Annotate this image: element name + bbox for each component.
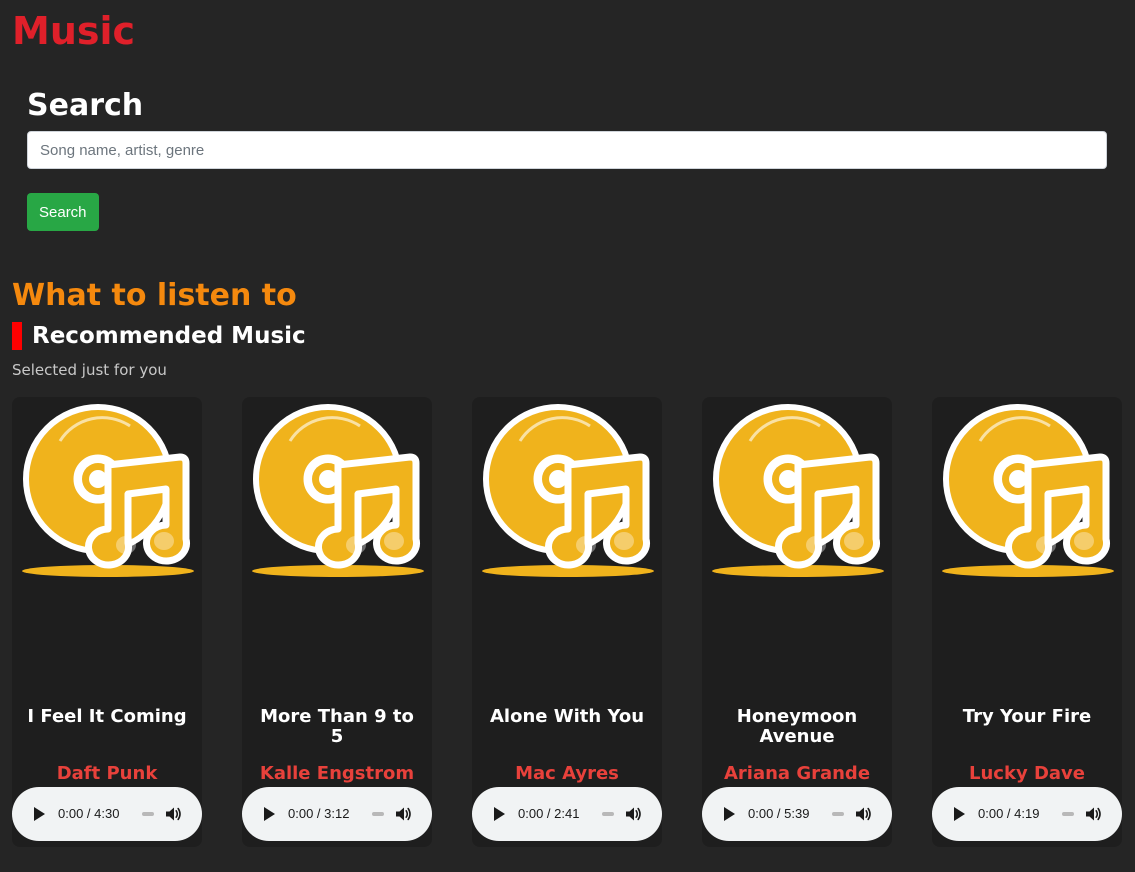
time-display: 0:00 / 2:41 — [518, 806, 580, 821]
track-card: More Than 9 to 5 Kalle Engstrom 0:00 / 3… — [242, 397, 432, 847]
track-card: Try Your Fire Lucky Dave 0:00 / 4:19 — [932, 397, 1122, 847]
seek-bar[interactable] — [1062, 812, 1074, 816]
music-disc-icon — [710, 401, 886, 581]
track-title: More Than 9 to 5 — [260, 706, 414, 747]
audio-player: 0:00 / 4:19 — [932, 787, 1122, 841]
track-title: Honeymoon Avenue — [736, 706, 858, 747]
search-heading: Search — [27, 88, 144, 123]
track-title: Try Your Fire — [962, 706, 1092, 727]
volume-icon[interactable] — [164, 805, 182, 823]
recommended-caption: Selected just for you — [12, 361, 167, 379]
seek-bar[interactable] — [832, 812, 844, 816]
accent-bar — [12, 322, 22, 350]
time-display: 0:00 / 4:19 — [978, 806, 1040, 821]
track-card: Alone With You Mac Ayres 0:00 / 2:41 — [472, 397, 662, 847]
play-icon[interactable] — [494, 807, 505, 821]
music-disc-icon — [250, 401, 426, 581]
search-input[interactable] — [27, 131, 1107, 169]
audio-player: 0:00 / 2:41 — [472, 787, 662, 841]
seek-bar[interactable] — [372, 812, 384, 816]
search-section: Search Search — [27, 86, 1107, 231]
track-artist: Mac Ayres — [515, 763, 619, 784]
audio-player: 0:00 / 4:30 — [12, 787, 202, 841]
track-card: I Feel It Coming Daft Punk 0:00 / 4:30 — [12, 397, 202, 847]
track-artist: Kalle Engstrom — [259, 763, 415, 784]
play-icon[interactable] — [264, 807, 275, 821]
seek-bar[interactable] — [602, 812, 614, 816]
audio-player: 0:00 / 5:39 — [702, 787, 892, 841]
play-icon[interactable] — [724, 807, 735, 821]
play-icon[interactable] — [954, 807, 965, 821]
music-disc-icon — [940, 401, 1116, 581]
search-button[interactable]: Search — [27, 193, 99, 231]
volume-icon[interactable] — [854, 805, 872, 823]
track-artist: Ariana Grande — [723, 763, 871, 784]
recommended-heading-text: Recommended Music — [32, 323, 306, 349]
volume-icon[interactable] — [624, 805, 642, 823]
recommended-heading: Recommended Music — [12, 322, 306, 350]
seek-bar[interactable] — [142, 812, 154, 816]
time-display: 0:00 / 3:12 — [288, 806, 350, 821]
audio-player: 0:00 / 3:12 — [242, 787, 432, 841]
play-icon[interactable] — [34, 807, 45, 821]
music-disc-icon — [20, 401, 196, 581]
volume-icon[interactable] — [394, 805, 412, 823]
section-title: What to listen to — [12, 278, 297, 313]
time-display: 0:00 / 5:39 — [748, 806, 810, 821]
track-title: I Feel It Coming — [27, 706, 187, 727]
music-disc-icon — [480, 401, 656, 581]
app-title: Music — [12, 9, 136, 53]
track-artist: Lucky Dave — [969, 763, 1085, 784]
track-card: Honeymoon Avenue Ariana Grande 0:00 / 5:… — [702, 397, 892, 847]
volume-icon[interactable] — [1084, 805, 1102, 823]
time-display: 0:00 / 4:30 — [58, 806, 120, 821]
track-artist: Daft Punk — [56, 763, 158, 784]
track-title: Alone With You — [489, 706, 645, 727]
